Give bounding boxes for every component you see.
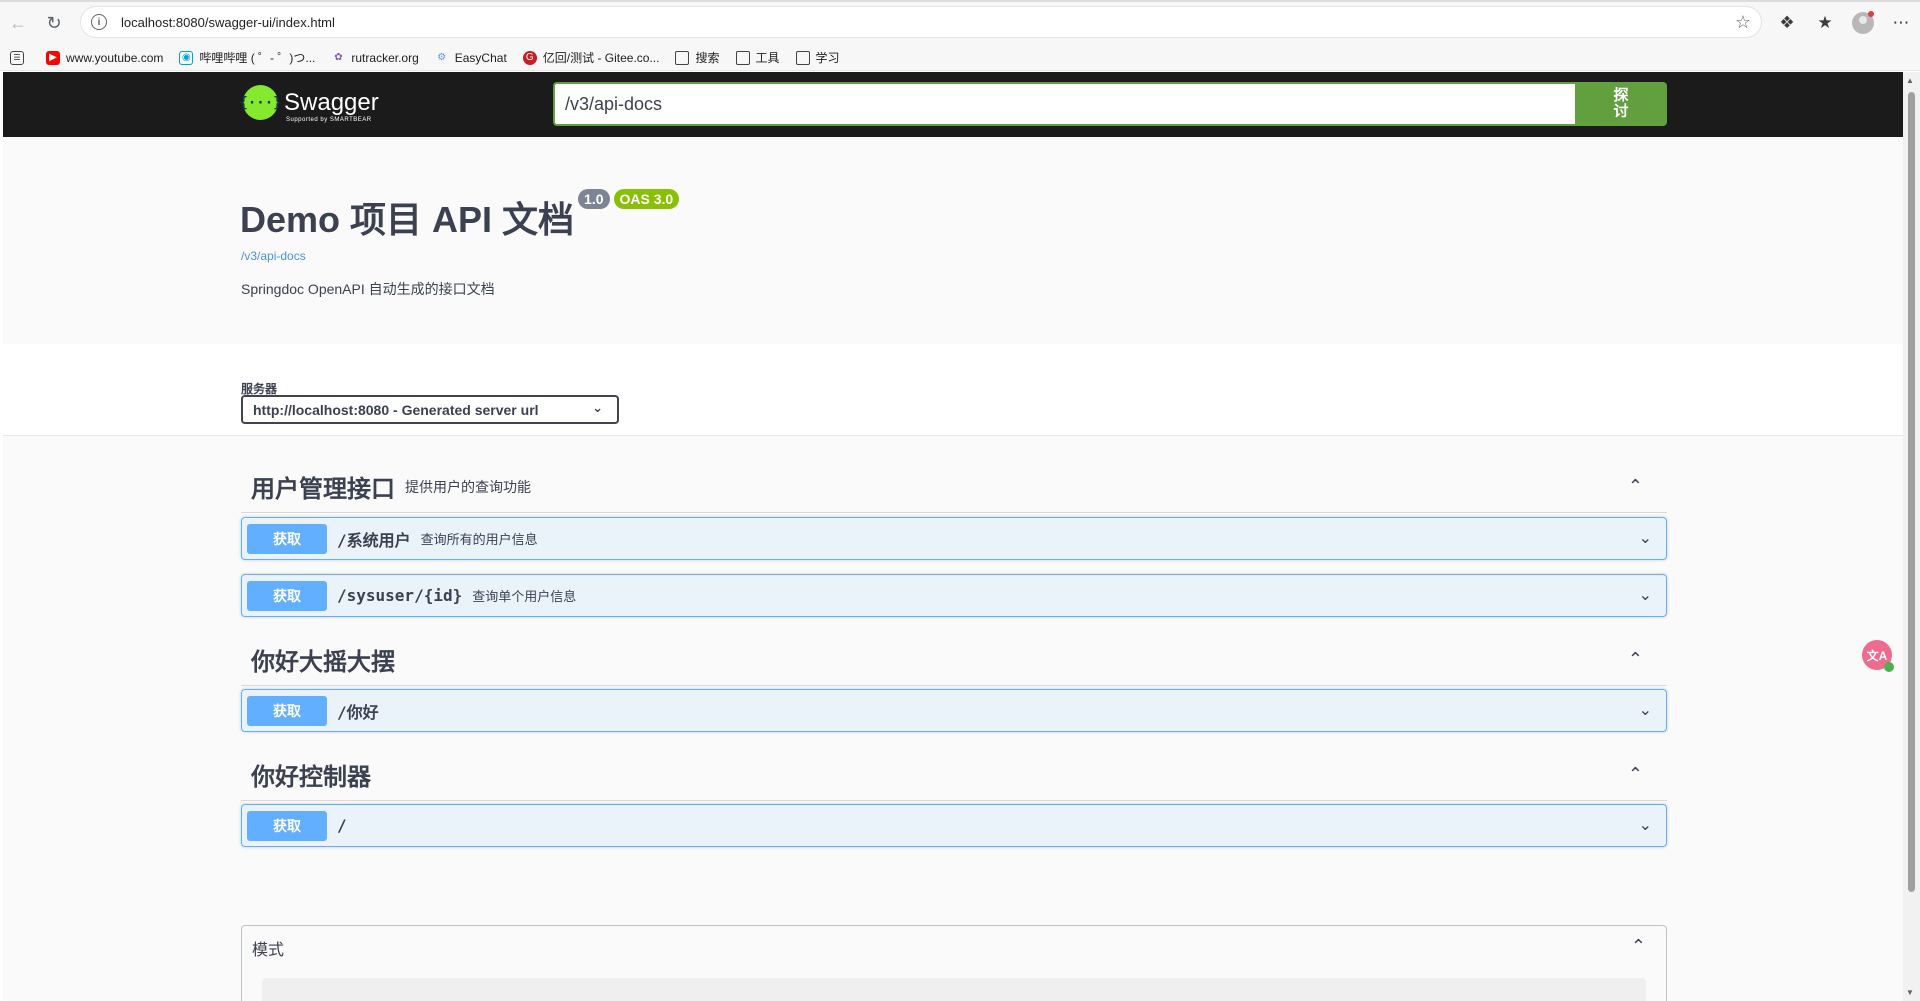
servers-section: 服务器 http://localhost:8080 - Generated se… xyxy=(3,344,1903,436)
bookmark-folder-tools[interactable]: 工具 xyxy=(735,49,780,66)
opblock-get[interactable]: 获取 /你好 ⌄ xyxy=(241,689,1667,732)
logo-name: Swagger xyxy=(284,88,379,116)
rutracker-icon: ✿ xyxy=(334,52,343,63)
explore-button[interactable]: 探 讨 xyxy=(1575,82,1667,126)
swagger-logo-icon: {···} xyxy=(239,85,282,120)
favorite-star-icon[interactable]: ☆ xyxy=(1735,12,1751,33)
operation-summary: 查询单个用户信息 xyxy=(472,589,577,604)
bookmarks-menu-icon[interactable]: ☰ xyxy=(10,50,30,65)
extensions-icon[interactable]: ❖ xyxy=(1768,5,1806,41)
bookmark-folder-search[interactable]: 搜索 xyxy=(675,49,720,66)
oas-badge: OAS 3.0 xyxy=(613,189,680,209)
models-title[interactable]: 模式 xyxy=(252,936,284,960)
bilibili-icon: ◉ xyxy=(179,50,194,65)
opblock-get[interactable]: 获取 /sysuser/{id} 查询单个用户信息 ⌄ xyxy=(241,574,1667,617)
spec-url-input[interactable]: /v3/api-docs xyxy=(553,82,1575,126)
tag-name: 用户管理接口 xyxy=(251,476,395,503)
bookmark-easychat[interactable]: ⚙ EasyChat xyxy=(435,51,507,65)
server-select[interactable]: http://localhost:8080 - Generated server… xyxy=(241,395,619,424)
chevron-up-icon[interactable]: ⌃ xyxy=(1628,476,1643,497)
operation-summary: 查询所有的用户信息 xyxy=(420,532,538,547)
favorites-icon[interactable]: ★ xyxy=(1806,5,1844,41)
opblock-get[interactable]: 获取 /系统用户 查询所有的用户信息 ⌄ xyxy=(241,517,1667,560)
bookmarks-bar: ☰ ▶ www.youtube.com ◉ 哔哩哔哩 ( ゜- ゜)つ... ✿ ru… xyxy=(0,45,1920,71)
tab-strip xyxy=(0,0,1920,2)
chevron-down-icon[interactable]: ⌄ xyxy=(1639,815,1652,835)
api-docs-link[interactable]: /v3/api-docs xyxy=(241,249,306,263)
bookmark-gitee[interactable]: G 亿回/测试 - Gitee.co... xyxy=(522,49,659,66)
bookmark-bilibili[interactable]: ◉ 哔哩哔哩 ( ゜- ゜)つ... xyxy=(179,49,315,66)
api-description: Springdoc OpenAPI 自动生成的接口文档 xyxy=(241,281,495,297)
tag-description: 提供用户的查询功能 xyxy=(405,478,531,495)
browser-toolbar: ← ↻ i localhost:8080/swagger-ui/index.ht… xyxy=(0,0,1920,45)
gitee-icon: G xyxy=(522,50,537,65)
scrollbar-thumb[interactable] xyxy=(1908,92,1915,892)
profile-button[interactable] xyxy=(1844,5,1882,41)
operation-path: /你好 xyxy=(337,702,379,722)
chevron-down-icon[interactable]: ⌄ xyxy=(1639,528,1652,548)
youtube-icon: ▶ xyxy=(46,50,60,65)
swagger-topbar: {···} Swagger Supported by SMARTBEAR /v3… xyxy=(3,72,1903,137)
chevron-up-icon[interactable]: ⌃ xyxy=(1628,649,1643,670)
folder-icon xyxy=(735,50,750,65)
url-text[interactable]: localhost:8080/swagger-ui/index.html xyxy=(121,15,335,30)
chevron-down-icon: ⌄ xyxy=(592,400,603,415)
method-badge: 获取 xyxy=(247,580,327,611)
notification-dot xyxy=(1868,11,1874,17)
translate-extension-button[interactable]: 文A xyxy=(1862,640,1894,672)
status-check-icon xyxy=(1884,662,1894,672)
bookmark-folder-learn[interactable]: 学习 xyxy=(795,49,840,66)
chevron-up-icon[interactable]: ⌃ xyxy=(1631,936,1646,957)
server-selected-value: http://localhost:8080 - Generated server… xyxy=(253,401,539,418)
swagger-logo[interactable]: {···} Swagger Supported by SMARTBEAR xyxy=(239,85,379,123)
folder-icon xyxy=(795,50,810,65)
operation-path: /sysuser/{id} xyxy=(337,586,463,605)
method-badge: 获取 xyxy=(247,695,327,726)
tag-name: 你好大摇大摆 xyxy=(251,649,395,676)
models-section: 模式 ⌃ xyxy=(241,925,1667,1001)
method-badge: 获取 xyxy=(247,810,327,841)
scroll-down-icon[interactable]: ▼ xyxy=(1906,988,1914,997)
page-scrollbar[interactable]: ▲ ▼ xyxy=(1903,72,1920,1001)
opblock-get[interactable]: 获取 / ⌄ xyxy=(241,804,1667,847)
tag-name: 你好控制器 xyxy=(251,764,371,791)
address-bar[interactable]: i localhost:8080/swagger-ui/index.html ☆ xyxy=(80,6,1762,38)
version-badge: 1.0 xyxy=(578,189,610,209)
scroll-up-icon[interactable]: ▲ xyxy=(1906,76,1914,85)
method-badge: 获取 xyxy=(247,523,327,554)
tag-header-user-management[interactable]: 用户管理接口 提供用户的查询功能 ⌃ xyxy=(241,461,1667,513)
api-info: Demo 项目 API 文档 1.0 OAS 3.0 /v3/api-docs … xyxy=(3,137,1903,344)
easychat-icon: ⚙ xyxy=(437,52,447,63)
more-menu-icon[interactable]: ⋯ xyxy=(1882,5,1920,41)
chevron-up-icon[interactable]: ⌃ xyxy=(1628,764,1643,785)
operation-path: / xyxy=(337,816,347,835)
translate-icon: 文A xyxy=(1866,648,1888,663)
swagger-page: {···} Swagger Supported by SMARTBEAR /v3… xyxy=(3,72,1903,1001)
reload-icon[interactable]: ↻ xyxy=(36,5,72,41)
chevron-down-icon[interactable]: ⌄ xyxy=(1639,700,1652,720)
explore-form: /v3/api-docs 探 讨 xyxy=(553,82,1667,126)
tag-header-hello-swag[interactable]: 你好大摇大摆 ⌃ xyxy=(241,634,1667,686)
back-icon[interactable]: ← xyxy=(0,5,36,41)
api-title-text: Demo 项目 API 文档 xyxy=(240,199,575,240)
api-title: Demo 项目 API 文档 1.0 OAS 3.0 xyxy=(240,189,680,243)
chevron-down-icon[interactable]: ⌄ xyxy=(1639,585,1652,605)
bookmark-youtube[interactable]: ▶ www.youtube.com xyxy=(46,50,163,65)
tag-header-hello-controller[interactable]: 你好控制器 ⌃ xyxy=(241,749,1667,801)
folder-icon xyxy=(675,50,690,65)
bookmark-rutracker[interactable]: ✿ rutracker.org xyxy=(331,51,419,65)
operation-path: /系统用户 xyxy=(337,530,411,550)
site-info-icon[interactable]: i xyxy=(91,14,107,30)
models-content xyxy=(262,978,1646,1001)
swagger-logo-text: Swagger Supported by SMARTBEAR xyxy=(284,88,379,123)
logo-subtitle: Supported by SMARTBEAR xyxy=(286,116,372,123)
